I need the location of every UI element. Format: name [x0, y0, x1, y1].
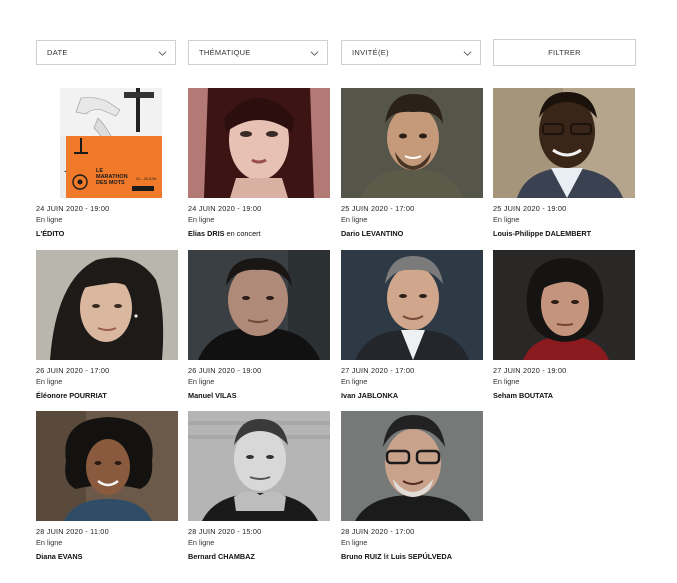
filter-button[interactable]: FILTRER	[493, 39, 636, 66]
event-date: 28 JUIN 2020 - 11:00	[36, 527, 109, 536]
event-date: 26 JUIN 2020 - 19:00	[188, 366, 262, 375]
event-location: En ligne	[188, 377, 215, 386]
event-title-text: Ivan JABLONKA	[341, 391, 399, 400]
event-date: 25 JUIN 2020 - 17:00	[341, 204, 415, 213]
guest-filter-label: INVITÉ(E)	[352, 48, 389, 57]
event-location: En ligne	[188, 538, 215, 547]
event-card[interactable]: 24 JUIN 2020 - 19:00 En ligne Elias DRIS…	[188, 88, 330, 239]
chevron-down-icon	[158, 51, 167, 56]
theme-filter-label: THÉMATIQUE	[199, 48, 251, 57]
event-card[interactable]: LE MARATHON DES MOTS 24 – 28 JUIN 24 JUI…	[36, 88, 178, 239]
event-card[interactable]: 26 JUIN 2020 - 19:00 En ligne Manuel VIL…	[188, 250, 330, 401]
event-title: Elias DRIS en concert	[188, 228, 330, 239]
event-card[interactable]: 28 JUIN 2020 - 15:00 En ligne Bernard CH…	[188, 411, 330, 562]
event-location: En ligne	[341, 538, 368, 547]
event-title: L'ÉDITO	[36, 228, 178, 239]
event-location: En ligne	[36, 538, 63, 547]
event-card[interactable]: 25 JUIN 2020 - 19:00 En ligne Louis-Phil…	[493, 88, 635, 239]
event-title: Bernard CHAMBAZ	[188, 551, 330, 562]
event-title-text: Dario LEVANTINO	[341, 229, 404, 238]
event-location: En ligne	[341, 215, 368, 224]
date-filter-select[interactable]: DATE	[36, 40, 176, 65]
event-title-text: Éléonore POURRIAT	[36, 391, 107, 400]
event-date: 27 JUIN 2020 - 17:00	[341, 366, 415, 375]
event-title-text: Bernard CHAMBAZ	[188, 552, 255, 561]
filter-bar: DATE THÉMATIQUE INVITÉ(E) FILTRER	[36, 39, 636, 67]
event-date: 24 JUIN 2020 - 19:00	[188, 204, 262, 213]
event-photo	[341, 411, 483, 521]
event-title: Bruno RUIZ lit Luis SEPÚLVEDA	[341, 551, 483, 562]
event-title-text: Manuel VILAS	[188, 391, 237, 400]
event-title-text: Elias DRIS	[188, 229, 225, 238]
event-title: Seham BOUTATA	[493, 390, 635, 401]
event-card[interactable]: 26 JUIN 2020 - 17:00 En ligne Éléonore P…	[36, 250, 178, 401]
event-title: Ivan JABLONKA	[341, 390, 483, 401]
event-title-text: Bruno RUIZ	[341, 552, 382, 561]
event-card[interactable]: 27 JUIN 2020 - 19:00 En ligne Seham BOUT…	[493, 250, 635, 401]
event-photo	[36, 250, 178, 360]
filter-button-label: FILTRER	[548, 48, 581, 57]
chevron-down-icon	[463, 51, 472, 56]
event-date: 27 JUIN 2020 - 19:00	[493, 366, 567, 375]
event-photo	[493, 88, 635, 198]
event-photo	[188, 250, 330, 360]
event-title: Manuel VILAS	[188, 390, 330, 401]
event-title: Diana EVANS	[36, 551, 178, 562]
event-photo	[188, 88, 330, 198]
poster-dates: 24 – 28 JUIN	[136, 177, 157, 181]
event-location: En ligne	[341, 377, 368, 386]
event-title: Louis-Philippe DALEMBERT	[493, 228, 635, 239]
event-title-text: Seham BOUTATA	[493, 391, 553, 400]
date-filter-label: DATE	[47, 48, 68, 57]
event-title-text: Louis-Philippe DALEMBERT	[493, 229, 592, 238]
event-date: 25 JUIN 2020 - 19:00	[493, 204, 567, 213]
event-title-connector: lit	[381, 552, 391, 561]
event-date: 28 JUIN 2020 - 17:00	[341, 527, 415, 536]
event-title-text: L'ÉDITO	[36, 229, 65, 238]
event-card[interactable]: 25 JUIN 2020 - 17:00 En ligne Dario LEVA…	[341, 88, 483, 239]
event-photo	[341, 250, 483, 360]
event-photo	[188, 411, 330, 521]
event-location: En ligne	[36, 215, 63, 224]
theme-filter-select[interactable]: THÉMATIQUE	[188, 40, 328, 65]
event-date: 26 JUIN 2020 - 17:00	[36, 366, 110, 375]
event-photo	[36, 411, 178, 521]
event-date: 28 JUIN 2020 - 15:00	[188, 527, 262, 536]
event-location: En ligne	[188, 215, 215, 224]
event-photo	[493, 250, 635, 360]
event-title: Éléonore POURRIAT	[36, 390, 178, 401]
event-poster-image: LE MARATHON DES MOTS 24 – 28 JUIN	[36, 88, 178, 198]
event-location: En ligne	[493, 215, 520, 224]
event-title-text: Diana EVANS	[36, 552, 83, 561]
event-location: En ligne	[493, 377, 520, 386]
event-title-suffix: en concert	[224, 229, 261, 238]
chevron-down-icon	[310, 51, 319, 56]
event-card[interactable]: 28 JUIN 2020 - 17:00 En ligne Bruno RUIZ…	[341, 411, 483, 562]
event-date: 24 JUIN 2020 - 19:00	[36, 204, 110, 213]
guest-filter-select[interactable]: INVITÉ(E)	[341, 40, 481, 65]
event-photo	[341, 88, 483, 198]
event-card[interactable]: 28 JUIN 2020 - 11:00 En ligne Diana EVAN…	[36, 411, 178, 562]
poster-text-line3: DES MOTS	[96, 180, 125, 186]
event-card[interactable]: 27 JUIN 2020 - 17:00 En ligne Ivan JABLO…	[341, 250, 483, 401]
event-title: Dario LEVANTINO	[341, 228, 483, 239]
event-location: En ligne	[36, 377, 63, 386]
event-title-text-2: Luis SEPÚLVEDA	[390, 552, 452, 561]
